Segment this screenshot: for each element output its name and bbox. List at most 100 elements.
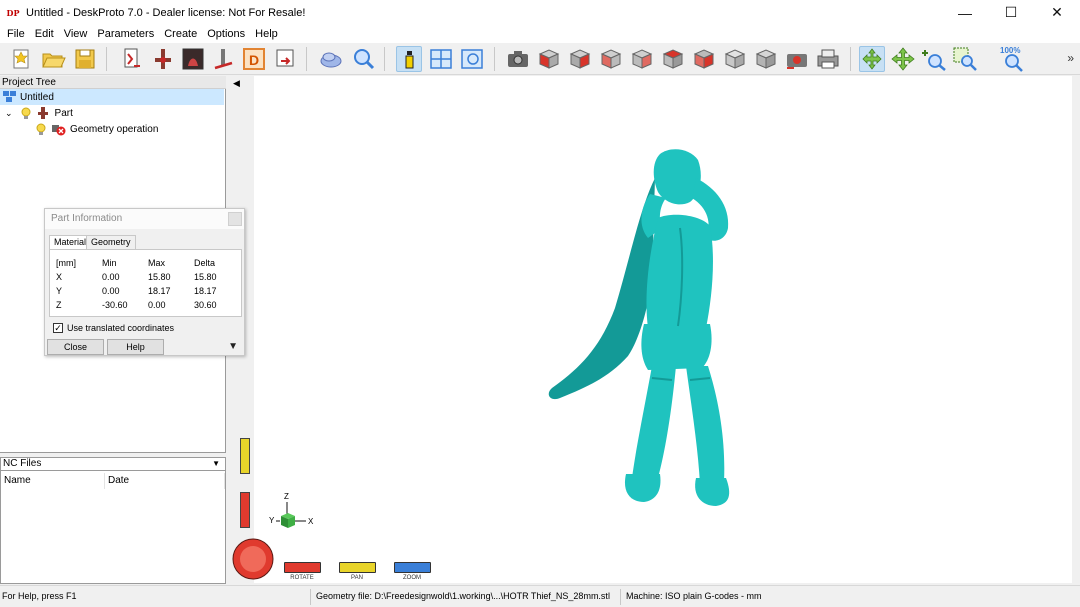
menu-edit[interactable]: Edit	[30, 28, 59, 40]
rotate-mode-icon[interactable]	[859, 46, 885, 72]
view-back-icon[interactable]	[567, 46, 593, 72]
menu-create[interactable]: Create	[159, 28, 202, 40]
maximize-button[interactable]: ☐	[988, 0, 1034, 25]
nc-column-date[interactable]: Date	[105, 473, 225, 489]
dialog-close-icon[interactable]	[228, 212, 242, 226]
use-translated-coordinates-label: Use translated coordinates	[67, 323, 175, 333]
part-image-icon[interactable]	[180, 46, 206, 72]
part-position-icon[interactable]	[150, 46, 176, 72]
zoom-mode-icon[interactable]	[921, 46, 947, 72]
status-separator	[620, 589, 621, 605]
tree-item-part[interactable]: ⌄ Part	[0, 105, 73, 121]
machine-icon[interactable]	[210, 46, 236, 72]
app-icon: DP	[6, 7, 20, 18]
status-geometry-file: Geometry file: D:\Freedesignwold\1.worki…	[316, 591, 610, 601]
drawing-icon[interactable]: D	[241, 46, 267, 72]
shaded-view-icon[interactable]	[318, 46, 344, 72]
minimize-button[interactable]: —	[942, 0, 988, 25]
load-part-icon[interactable]	[118, 46, 144, 72]
table-cell: -30.60	[102, 300, 128, 310]
status-bar: For Help, press F1 Geometry file: D:\Fre…	[0, 585, 1080, 607]
3d-viewport[interactable]: ◀ Z Y X ROTATE PAN ZOOM	[230, 76, 1072, 583]
view-iso-icon[interactable]	[722, 46, 748, 72]
menu-parameters[interactable]: Parameters	[92, 28, 159, 40]
pan-mode-button[interactable]	[339, 562, 376, 573]
status-machine: Machine: ISO plain G-codes - mm	[626, 591, 762, 601]
new-project-icon[interactable]	[8, 46, 34, 72]
toolbar-separator	[384, 47, 385, 71]
tab-geometry[interactable]: Geometry	[86, 235, 136, 249]
use-translated-coordinates-checkbox[interactable]: ✓	[53, 323, 63, 333]
tree-item-project[interactable]: Untitled	[0, 89, 224, 105]
pan-mode-icon[interactable]	[890, 46, 916, 72]
screenshot-icon[interactable]	[784, 46, 810, 72]
help-button[interactable]: Help	[107, 339, 164, 355]
tree-item-operation[interactable]: Geometry operation	[0, 121, 158, 137]
table-header-max: Max	[148, 258, 166, 268]
print-icon[interactable]	[815, 46, 841, 72]
zoom-part-icon[interactable]	[350, 46, 376, 72]
part-information-dialog: Part Information Material Geometry [mm] …	[44, 208, 245, 356]
view-right-icon[interactable]	[629, 46, 655, 72]
tree-operation-label: Geometry operation	[70, 123, 159, 135]
table-cell: Y	[56, 286, 63, 296]
view-top-icon[interactable]	[660, 46, 686, 72]
chevron-down-icon[interactable]: ⌄	[5, 108, 13, 119]
save-project-icon[interactable]	[72, 46, 98, 72]
close-dialog-button[interactable]: Close	[47, 339, 104, 355]
model-surface	[695, 478, 730, 506]
view-iso2-icon[interactable]	[753, 46, 779, 72]
table-cell: 15.80	[194, 272, 217, 282]
nc-files-header[interactable]: NC Files ▼	[0, 457, 226, 471]
expand-arrow-icon[interactable]: ▼	[228, 341, 238, 352]
model-surface	[548, 178, 655, 400]
layout-icon[interactable]	[428, 46, 454, 72]
menu-view[interactable]: View	[59, 28, 93, 40]
toolbar-separator	[306, 47, 307, 71]
project-icon	[3, 91, 16, 102]
dropdown-arrow-icon[interactable]: ▼	[212, 458, 220, 470]
axis-triad: Z Y X	[269, 492, 314, 528]
export-icon[interactable]	[272, 46, 298, 72]
nc-files-list[interactable]: Name Date	[0, 471, 226, 584]
lightbulb-icon[interactable]	[21, 107, 31, 119]
status-help-text: For Help, press F1	[2, 591, 77, 601]
window-title: Untitled - DeskProto 7.0 - Dealer licens…	[26, 6, 306, 19]
nc-column-name[interactable]: Name	[1, 473, 105, 489]
status-separator	[310, 589, 311, 605]
collapse-panel-button[interactable]: ◀	[233, 78, 240, 89]
table-cell: 15.80	[148, 272, 171, 282]
3d-part-model	[548, 149, 730, 506]
model-surface	[641, 324, 712, 370]
tab-material[interactable]: Material	[49, 235, 92, 250]
zoom-window-icon[interactable]	[952, 46, 978, 72]
information-icon[interactable]	[396, 46, 422, 72]
model-surface	[686, 366, 725, 484]
title-bar: DP Untitled - DeskProto 7.0 - Dealer lic…	[0, 0, 1080, 25]
view-left-icon[interactable]	[598, 46, 624, 72]
toolbar-overflow-button[interactable]: »	[1067, 51, 1074, 65]
zoom-100-icon[interactable]: 100%	[1000, 46, 1026, 72]
view-bottom-icon[interactable]	[691, 46, 717, 72]
nc-files-title: NC Files	[3, 458, 42, 469]
menu-file[interactable]: File	[2, 28, 30, 40]
view-front-icon[interactable]	[536, 46, 562, 72]
menu-options[interactable]: Options	[202, 28, 250, 40]
dialog-title: Part Information	[45, 209, 244, 229]
pan-mode-label: PAN	[351, 575, 363, 581]
toolpath-view-icon[interactable]	[459, 46, 485, 72]
menu-help[interactable]: Help	[250, 28, 283, 40]
rotate-slider[interactable]	[240, 492, 250, 528]
table-cell: X	[56, 272, 63, 282]
rotate-mode-button[interactable]	[284, 562, 321, 573]
open-project-icon[interactable]	[40, 46, 66, 72]
camera-icon[interactable]	[505, 46, 531, 72]
pan-slider[interactable]	[240, 438, 250, 474]
lightbulb-icon[interactable]	[36, 123, 46, 135]
zoom-mode-button[interactable]	[394, 562, 431, 573]
part-icon	[37, 107, 48, 119]
close-button[interactable]: ✕	[1034, 0, 1080, 25]
rotate-dial[interactable]	[232, 538, 274, 580]
table-cell: 30.60	[194, 300, 217, 310]
rotate-mode-label: ROTATE	[290, 575, 314, 581]
